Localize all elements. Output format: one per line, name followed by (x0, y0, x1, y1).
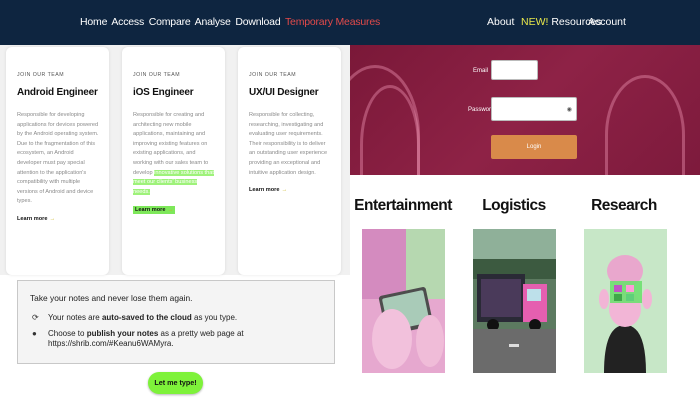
refresh-icon: ⟳ (32, 313, 39, 322)
card-title: iOS Engineer (133, 87, 194, 98)
learn-more-link[interactable]: Learn more → (133, 206, 176, 215)
job-card-ux-ui: JOIN OUR TEAM UX/UI Designer Responsible… (238, 47, 341, 275)
feature-title-entertainment: Entertainment (354, 197, 452, 214)
card-description: Responsible for creating and architectin… (133, 112, 214, 195)
job-card-ios: JOIN OUR TEAM iOS Engineer Responsible f… (122, 47, 225, 275)
job-card-android: JOIN OUR TEAM Android Engineer Responsib… (6, 47, 109, 275)
nav-access[interactable]: Access (111, 16, 144, 28)
let-me-type-button[interactable]: Let me type! (148, 372, 203, 394)
globe-icon: ● (32, 329, 37, 338)
card-description: Responsible for collecting, researching,… (249, 112, 328, 176)
nav-analyse[interactable]: Analyse (195, 16, 231, 28)
learn-more-link[interactable]: Learn more → (249, 187, 287, 193)
card-kicker: JOIN OUR TEAM (133, 72, 181, 78)
login-button[interactable]: Login (491, 135, 577, 159)
notice-publish-row: ● Choose to publish your notes as a pret… (32, 329, 244, 348)
feature-title-logistics: Logistics (482, 197, 546, 214)
nav-account[interactable]: Account (588, 16, 626, 28)
nav-about[interactable]: About (487, 16, 514, 28)
primary-nav: Home Access Compare Analyse Download Tem… (80, 16, 382, 28)
learn-more-link[interactable]: Learn more → (17, 216, 55, 222)
card-title: Android Engineer (17, 87, 98, 98)
nav-temporary-measures[interactable]: Temporary Measures (285, 16, 380, 28)
arrow-right-icon: → (167, 207, 174, 214)
hero-arch-decoration (605, 75, 685, 175)
arrow-right-icon: → (281, 187, 288, 194)
shrib-notice: Take your notes and never lose them agai… (17, 280, 335, 364)
eye-icon[interactable]: ◉ (567, 106, 572, 113)
card-description: Responsible for developing applications … (17, 112, 99, 205)
logistics-image (473, 229, 556, 373)
email-field[interactable] (491, 60, 538, 80)
feature-title-research: Research (591, 197, 657, 214)
card-kicker: JOIN OUR TEAM (17, 72, 65, 78)
new-badge: NEW! (521, 16, 549, 28)
card-title: UX/UI Designer (249, 87, 319, 98)
card-kicker: JOIN OUR TEAM (249, 72, 297, 78)
notice-autosave-row: ⟳ Your notes are auto-saved to the cloud… (32, 313, 238, 322)
nav-home[interactable]: Home (80, 16, 107, 28)
nav-download[interactable]: Download (235, 16, 280, 28)
research-image (584, 229, 667, 373)
arrow-right-icon: → (49, 215, 56, 222)
nav-compare[interactable]: Compare (149, 16, 191, 28)
entertainment-image (362, 229, 445, 373)
email-label: Email (473, 68, 489, 74)
login-hero: Email Password ◉ Login (350, 45, 700, 175)
password-field[interactable]: ◉ (491, 97, 577, 121)
notice-heading: Take your notes and never lose them agai… (30, 293, 193, 303)
top-nav: Home Access Compare Analyse Download Tem… (0, 0, 700, 45)
